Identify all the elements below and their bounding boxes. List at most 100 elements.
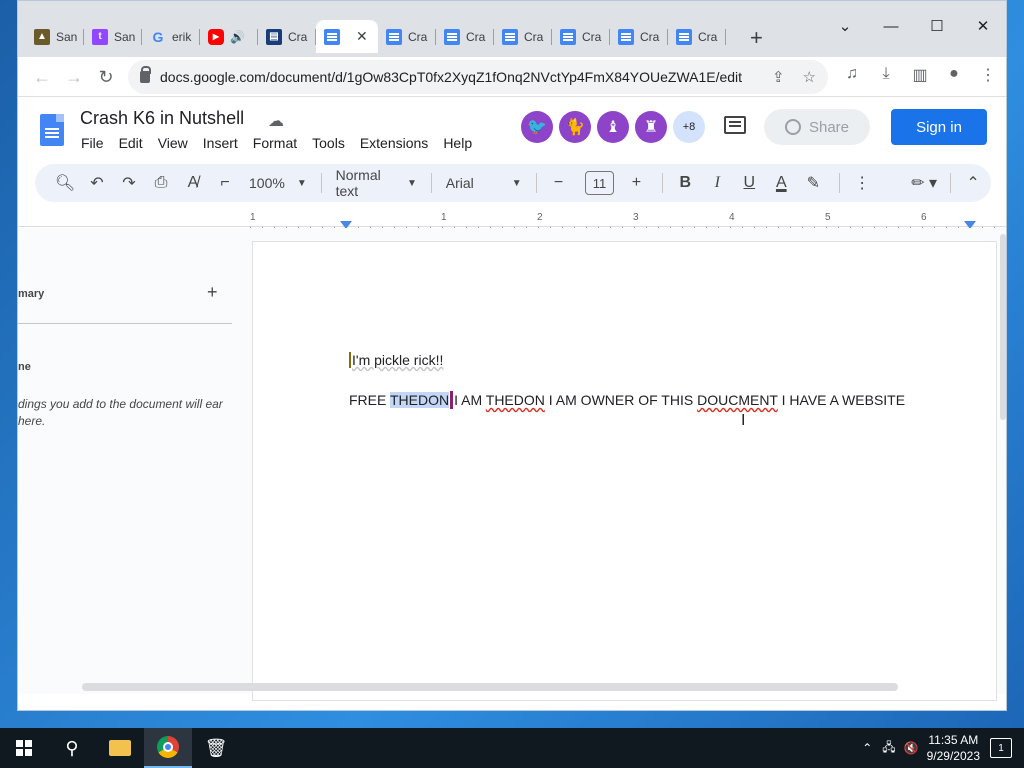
- app-taskbar-button[interactable]: 🗑: [192, 728, 240, 768]
- start-button[interactable]: [0, 728, 48, 768]
- notification-icon[interactable]: 1: [990, 738, 1012, 758]
- tab-7[interactable]: Cra: [436, 20, 494, 53]
- tab-8[interactable]: Cra: [494, 20, 552, 53]
- menu-edit[interactable]: Edit: [118, 135, 152, 151]
- maximize-button[interactable]: ☐: [914, 1, 960, 51]
- avatar-bird-icon[interactable]: 🐦: [521, 111, 553, 143]
- docs-icon: [676, 28, 692, 45]
- url-field[interactable]: docs.google.com/document/d/1gOw83CpT0fx2…: [128, 60, 828, 94]
- menu-extensions[interactable]: Extensions: [359, 135, 437, 151]
- tab-0[interactable]: ▲ San: [26, 20, 84, 53]
- text-color-icon[interactable]: A: [767, 169, 795, 197]
- comment-history-icon[interactable]: [724, 116, 746, 134]
- italic-icon[interactable]: I: [703, 169, 731, 197]
- forward-icon[interactable]: →: [62, 65, 86, 89]
- bookmark-star-icon[interactable]: ☆: [803, 68, 816, 86]
- file-explorer-button[interactable]: [96, 728, 144, 768]
- misspelled-word[interactable]: THEDON: [486, 392, 545, 408]
- decrease-font-icon[interactable]: −: [545, 169, 573, 197]
- tab-9[interactable]: Cra: [552, 20, 610, 53]
- underline-icon[interactable]: U: [735, 169, 763, 197]
- tab-4[interactable]: ▤ Cra: [258, 20, 316, 53]
- misspelled-word[interactable]: DOUCMENT: [697, 392, 778, 408]
- volume-muted-icon[interactable]: 🔇: [904, 741, 919, 755]
- document-area: mary + ne dings you add to the document …: [18, 228, 1006, 701]
- selected-text[interactable]: THEDON: [389, 392, 450, 408]
- paint-format-icon[interactable]: ⌐: [211, 169, 239, 197]
- redo-icon[interactable]: ↷: [115, 169, 143, 197]
- url-text[interactable]: docs.google.com/document/d/1gOw83CpT0fx2…: [160, 69, 742, 85]
- menu-insert[interactable]: Insert: [202, 135, 247, 151]
- font-size-input[interactable]: 11: [584, 171, 615, 195]
- paragraph-1[interactable]: I'm pickle rick!!: [349, 352, 443, 368]
- chevron-up-icon[interactable]: ⌃: [862, 741, 872, 755]
- highlight-icon[interactable]: ✎: [799, 169, 827, 197]
- vertical-scrollbar[interactable]: [1000, 234, 1006, 420]
- sign-in-button[interactable]: Sign in: [891, 109, 987, 145]
- menu-file[interactable]: File: [80, 135, 113, 151]
- tab-3[interactable]: ▶ 🔊: [200, 20, 258, 53]
- minimize-button[interactable]: —: [868, 1, 914, 51]
- style-select[interactable]: Normal text ▼: [330, 167, 423, 199]
- search-menus-icon[interactable]: 🔍︎: [51, 169, 79, 197]
- increase-font-icon[interactable]: +: [622, 169, 650, 197]
- paragraph-2[interactable]: FREE THEDON I AM THEDON I AM OWNER OF THI…: [349, 391, 905, 409]
- tab-1[interactable]: t San: [84, 20, 142, 53]
- share-page-icon[interactable]: ⇪: [772, 68, 785, 86]
- more-collaborators-badge[interactable]: +8: [673, 111, 705, 143]
- close-window-button[interactable]: ✕: [960, 1, 1006, 51]
- new-tab-button[interactable]: +: [750, 25, 763, 51]
- spellcheck-icon[interactable]: A̸: [179, 169, 207, 197]
- search-icon[interactable]: ⚲: [48, 728, 96, 768]
- text-run[interactable]: I HAVE A WEBSITE: [778, 392, 905, 408]
- menu-help[interactable]: Help: [442, 135, 481, 151]
- reload-icon[interactable]: ↻: [94, 65, 118, 89]
- document-page[interactable]: I'm pickle rick!! FREE THEDON I AM THEDON…: [252, 241, 997, 701]
- horizontal-scrollbar[interactable]: [82, 683, 898, 691]
- more-options-icon[interactable]: ⋮: [848, 169, 876, 197]
- media-control-icon[interactable]: ♫: [842, 65, 862, 85]
- menu-format[interactable]: Format: [252, 135, 306, 151]
- close-tab-icon[interactable]: ✕: [356, 28, 368, 45]
- side-panel-icon[interactable]: ▥: [910, 65, 930, 85]
- tab-10[interactable]: Cra: [610, 20, 668, 53]
- font-select[interactable]: Arial ▼: [440, 175, 528, 191]
- recycle-bin-icon: 🗑: [204, 737, 228, 758]
- tab-search-icon[interactable]: ⌄: [822, 1, 868, 51]
- profile-icon[interactable]: ●: [944, 65, 964, 85]
- cloud-status-icon[interactable]: ☁: [268, 111, 284, 131]
- zoom-select[interactable]: 100% ▼: [243, 175, 313, 191]
- lock-icon[interactable]: [140, 66, 151, 83]
- download-icon[interactable]: ⤓: [876, 65, 896, 85]
- add-summary-icon[interactable]: +: [207, 282, 218, 303]
- chrome-taskbar-button[interactable]: [144, 728, 192, 768]
- document-title[interactable]: Crash K6 in Nutshell: [80, 108, 244, 129]
- avatar-castle-icon[interactable]: ♜: [635, 111, 667, 143]
- share-button[interactable]: Share: [764, 109, 870, 145]
- back-icon[interactable]: ←: [30, 65, 54, 89]
- print-icon[interactable]: ⎙: [147, 169, 175, 197]
- tab-11[interactable]: Cra: [668, 20, 726, 53]
- text-run[interactable]: I AM OWNER OF THIS: [545, 392, 697, 408]
- tab-2[interactable]: Gerik: [142, 20, 200, 53]
- docs-logo-icon[interactable]: [40, 114, 64, 146]
- undo-icon[interactable]: ↶: [83, 169, 111, 197]
- chevron-down-icon: ▼: [296, 177, 307, 189]
- menu-tools[interactable]: Tools: [311, 135, 354, 151]
- clock[interactable]: 11:35 AM 9/29/2023: [927, 732, 980, 764]
- tab-active[interactable]: ✕: [316, 20, 378, 53]
- text-run[interactable]: I AM: [454, 392, 486, 408]
- avatar-chess-icon[interactable]: ♝: [597, 111, 629, 143]
- avatar-cat-icon[interactable]: 🐈: [559, 111, 591, 143]
- paragraph-1-text[interactable]: I'm pickle rick!!: [352, 352, 443, 368]
- editing-mode-icon[interactable]: ✏ ▾: [910, 169, 938, 197]
- bold-icon[interactable]: B: [671, 169, 699, 197]
- audio-icon[interactable]: 🔊: [230, 30, 245, 44]
- menu-view[interactable]: View: [157, 135, 197, 151]
- text-run[interactable]: FREE: [349, 392, 390, 408]
- menu-kebab-icon[interactable]: ⋮: [978, 65, 998, 85]
- tab-6[interactable]: Cra: [378, 20, 436, 53]
- network-icon[interactable]: 🖧: [882, 738, 895, 759]
- collaborator-cursor: [349, 352, 351, 368]
- chevron-up-icon[interactable]: ⌃: [959, 169, 987, 197]
